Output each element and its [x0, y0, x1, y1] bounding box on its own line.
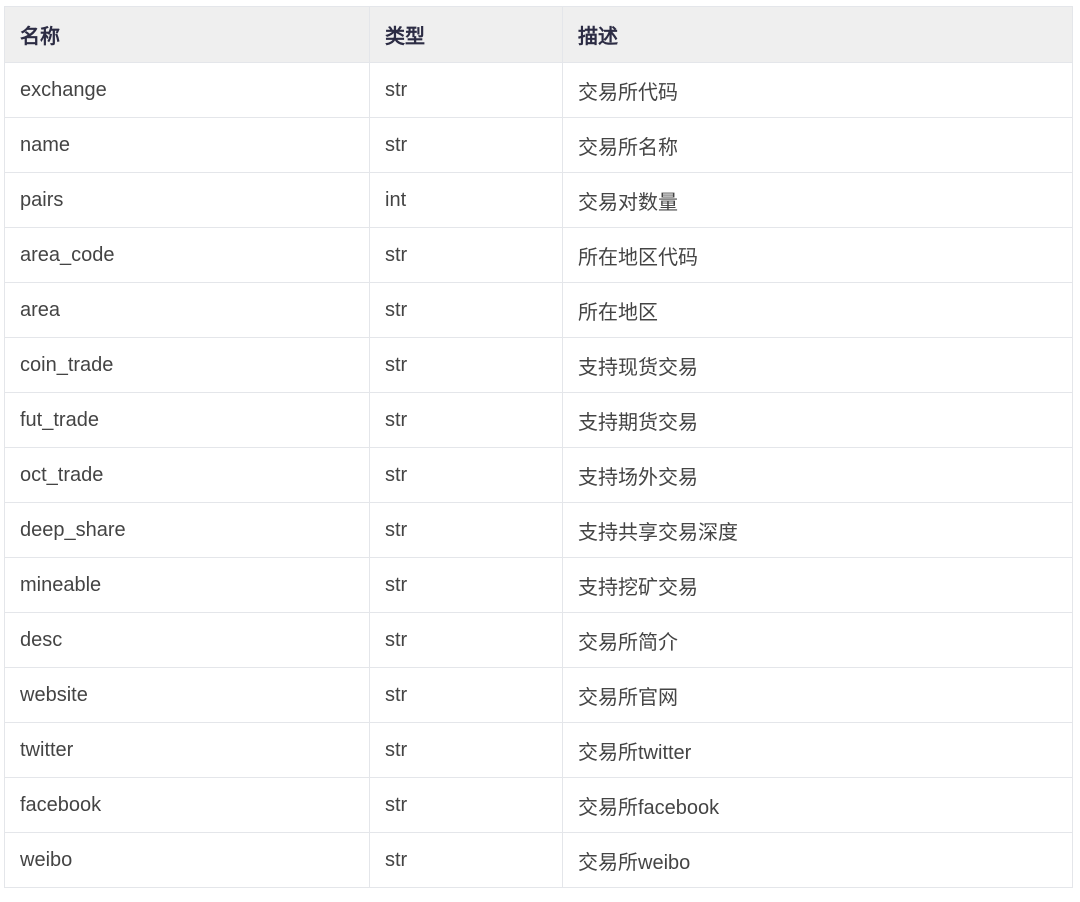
cell-type: int	[369, 172, 563, 228]
table-row: mineable str 支持挖矿交易	[4, 557, 1073, 613]
table-row: desc str 交易所简介	[4, 612, 1073, 668]
table-row: area_code str 所在地区代码	[4, 227, 1073, 283]
cell-description: 交易对数量	[562, 172, 1073, 228]
table-row: exchange str 交易所代码	[4, 62, 1073, 118]
cell-description: 支持场外交易	[562, 447, 1073, 503]
cell-description: 所在地区	[562, 282, 1073, 338]
cell-type: str	[369, 227, 563, 283]
cell-type: str	[369, 392, 563, 448]
header-type: 类型	[369, 6, 563, 63]
fields-table-container: 名称 类型 描述 exchange str 交易所代码 name str 交易所…	[4, 6, 1073, 888]
cell-description: 交易所代码	[562, 62, 1073, 118]
cell-description: 交易所facebook	[562, 777, 1073, 833]
cell-name: name	[4, 117, 370, 173]
cell-type: str	[369, 447, 563, 503]
cell-type: str	[369, 722, 563, 778]
table-row: facebook str 交易所facebook	[4, 777, 1073, 833]
table-header-row: 名称 类型 描述	[4, 6, 1073, 63]
cell-name: oct_trade	[4, 447, 370, 503]
cell-type: str	[369, 832, 563, 888]
cell-type: str	[369, 282, 563, 338]
cell-description: 交易所weibo	[562, 832, 1073, 888]
fields-table: 名称 类型 描述 exchange str 交易所代码 name str 交易所…	[4, 6, 1073, 888]
cell-description: 交易所官网	[562, 667, 1073, 723]
header-name: 名称	[4, 6, 370, 63]
cell-description: 所在地区代码	[562, 227, 1073, 283]
cell-description: 交易所twitter	[562, 722, 1073, 778]
cell-name: deep_share	[4, 502, 370, 558]
cell-name: desc	[4, 612, 370, 668]
table-row: coin_trade str 支持现货交易	[4, 337, 1073, 393]
cell-description: 支持现货交易	[562, 337, 1073, 393]
cell-type: str	[369, 337, 563, 393]
cell-description: 交易所名称	[562, 117, 1073, 173]
cell-name: mineable	[4, 557, 370, 613]
cell-name: coin_trade	[4, 337, 370, 393]
cell-type: str	[369, 557, 563, 613]
cell-type: str	[369, 117, 563, 173]
cell-name: facebook	[4, 777, 370, 833]
cell-type: str	[369, 612, 563, 668]
cell-name: fut_trade	[4, 392, 370, 448]
cell-description: 支持共享交易深度	[562, 502, 1073, 558]
table-row: weibo str 交易所weibo	[4, 832, 1073, 888]
cell-name: pairs	[4, 172, 370, 228]
cell-description: 交易所简介	[562, 612, 1073, 668]
table-row: name str 交易所名称	[4, 117, 1073, 173]
table-row: area str 所在地区	[4, 282, 1073, 338]
table-row: twitter str 交易所twitter	[4, 722, 1073, 778]
cell-type: str	[369, 777, 563, 833]
cell-name: twitter	[4, 722, 370, 778]
cell-description: 支持期货交易	[562, 392, 1073, 448]
cell-name: website	[4, 667, 370, 723]
table-row: deep_share str 支持共享交易深度	[4, 502, 1073, 558]
cell-name: weibo	[4, 832, 370, 888]
cell-name: exchange	[4, 62, 370, 118]
cell-type: str	[369, 667, 563, 723]
cell-name: area_code	[4, 227, 370, 283]
table-row: fut_trade str 支持期货交易	[4, 392, 1073, 448]
cell-description: 支持挖矿交易	[562, 557, 1073, 613]
cell-type: str	[369, 62, 563, 118]
table-row: website str 交易所官网	[4, 667, 1073, 723]
header-description: 描述	[562, 6, 1073, 63]
cell-name: area	[4, 282, 370, 338]
table-row: pairs int 交易对数量	[4, 172, 1073, 228]
cell-type: str	[369, 502, 563, 558]
table-row: oct_trade str 支持场外交易	[4, 447, 1073, 503]
